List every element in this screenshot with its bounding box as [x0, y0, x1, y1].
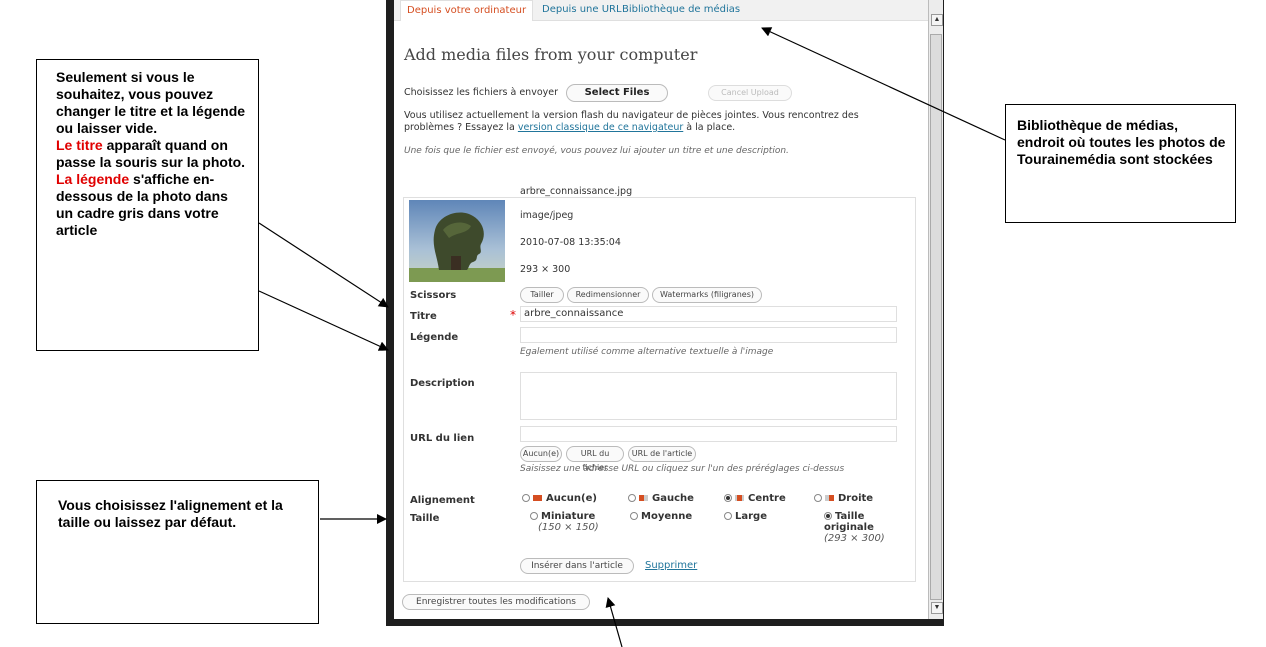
arrow-to-legende	[258, 290, 389, 351]
annotation-arrows	[258, 27, 1006, 647]
arrow-to-titre	[258, 222, 389, 308]
arrow-to-media-library	[761, 27, 1006, 141]
arrow-to-save-all	[605, 597, 623, 647]
